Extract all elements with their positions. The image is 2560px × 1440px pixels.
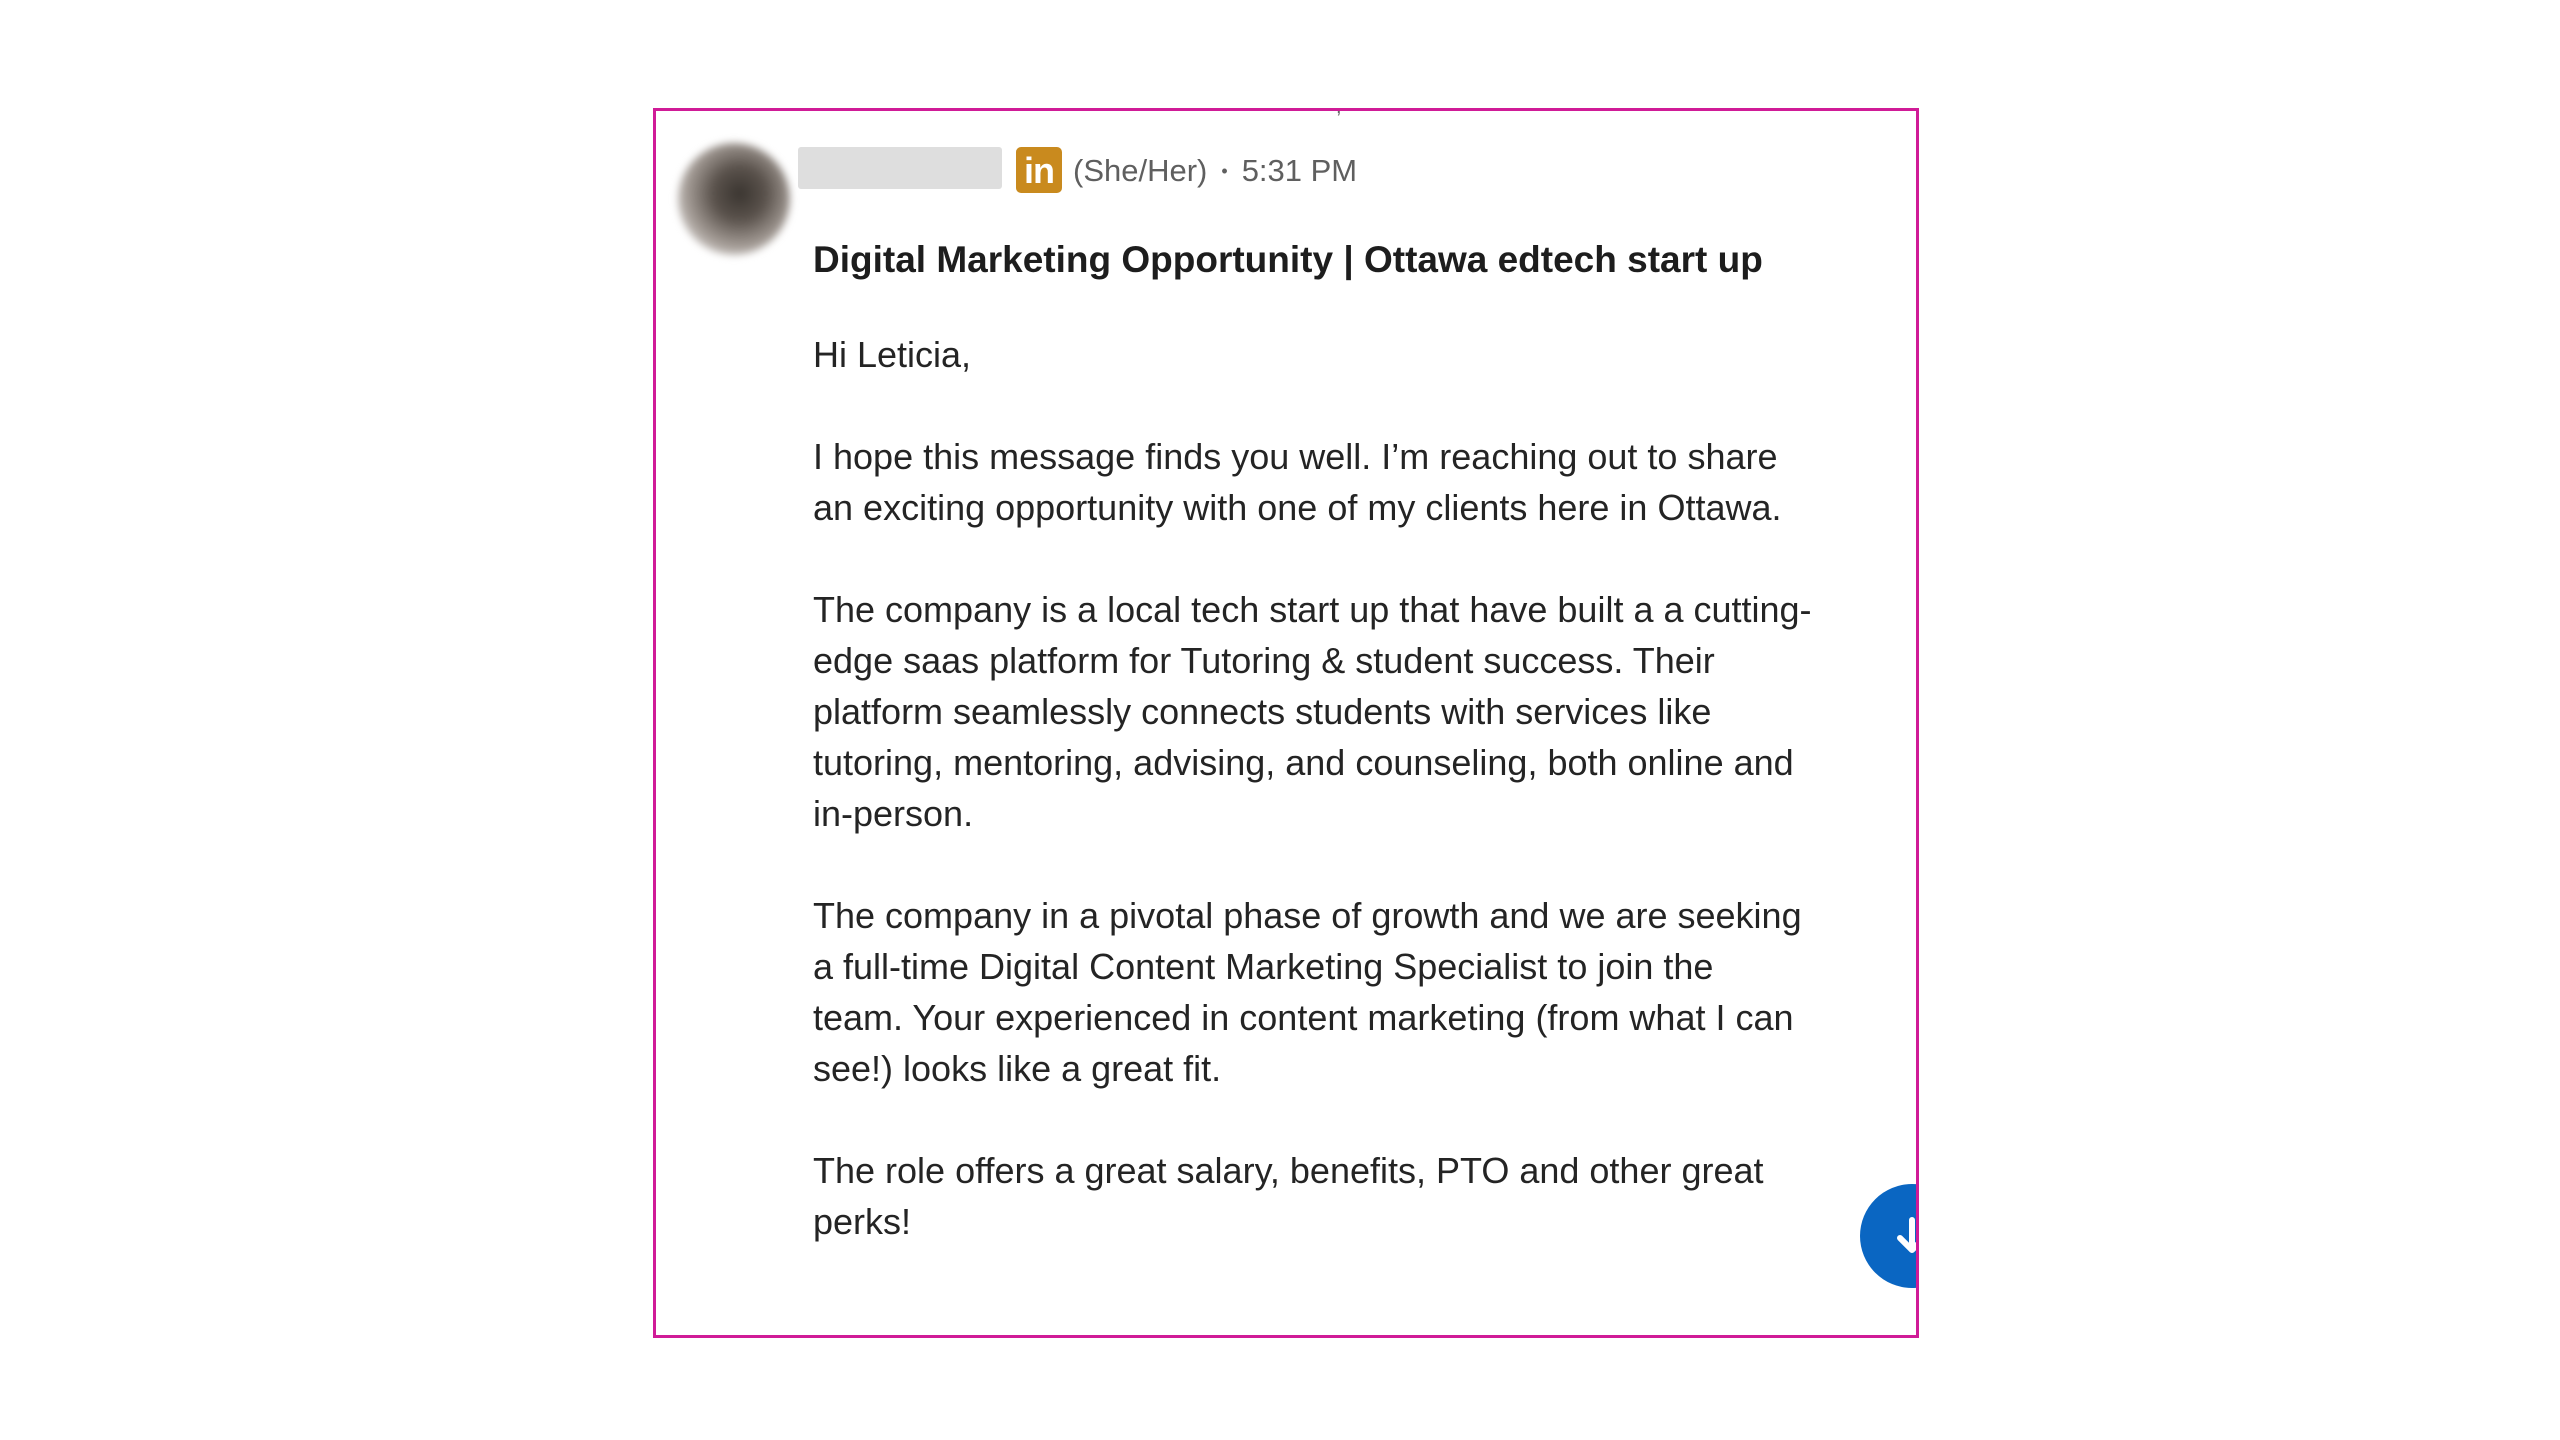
message-paragraph: I hope this message finds you well. I’m …: [813, 436, 1782, 528]
message-paragraph: The role offers a great salary, benefits…: [813, 1150, 1764, 1242]
scroll-to-bottom-button[interactable]: [1860, 1184, 1916, 1288]
cut-off-text-fragment: ,: [1336, 111, 1344, 117]
message-meta: (She/Her) • 5:31 PM: [1073, 149, 1357, 193]
arrow-down-icon: [1897, 1217, 1916, 1253]
highlighted-message-region: , in (She/Her) • 5:31 PM Digital Marketi…: [653, 108, 1919, 1338]
linkedin-icon: in: [1016, 147, 1062, 193]
message-paragraph: The company in a pivotal phase of growth…: [813, 895, 1802, 1089]
message-subject: Digital Marketing Opportunity | Ottawa e…: [813, 239, 1763, 280]
message-timestamp: 5:31 PM: [1241, 153, 1358, 188]
sender-pronouns: (She/Her): [1073, 153, 1208, 188]
meta-separator: •: [1221, 160, 1228, 181]
message-body: Hi Leticia, I hope this message finds yo…: [813, 329, 1813, 1298]
message-paragraph: Hi Leticia,: [813, 334, 972, 375]
avatar[interactable]: [678, 143, 790, 255]
message-paragraph: The company is a local tech start up tha…: [813, 589, 1812, 834]
sender-name-redacted[interactable]: [798, 147, 1002, 189]
